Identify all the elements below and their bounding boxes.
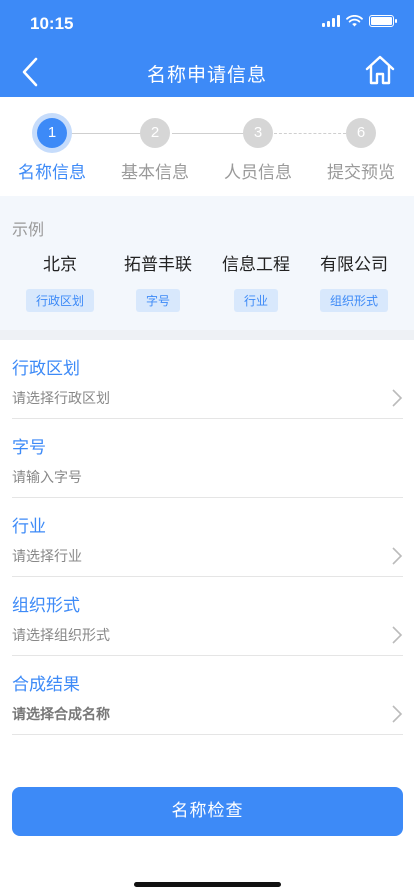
step-label: 名称信息 bbox=[18, 163, 86, 183]
example-item: 拓普丰联 字号 bbox=[108, 250, 208, 312]
example-tag: 组织形式 bbox=[319, 289, 388, 312]
step-name-info[interactable]: 1 名称信息 bbox=[7, 112, 97, 183]
chevron-right-icon[interactable] bbox=[391, 625, 403, 645]
field-label: 行政区划 bbox=[12, 359, 80, 379]
wifi-icon bbox=[346, 15, 363, 27]
composite-name-select[interactable]: 请选择合成名称 bbox=[12, 704, 110, 724]
field-admin-division[interactable]: 行政区划 请选择行政区划 bbox=[12, 340, 403, 419]
example-word: 有限公司 bbox=[320, 255, 388, 275]
trade-name-input[interactable]: 请输入字号 bbox=[12, 467, 82, 487]
status-icons bbox=[322, 15, 397, 27]
cellular-signal-icon bbox=[322, 15, 340, 27]
field-org-form[interactable]: 组织形式 请选择组织形式 bbox=[12, 577, 403, 656]
app-header: 10:15 名称申请信息 bbox=[0, 0, 414, 97]
name-check-button[interactable]: 名称检查 bbox=[12, 787, 403, 836]
page-title: 名称申请信息 bbox=[146, 64, 267, 86]
field-trade-name[interactable]: 字号 请输入字号 bbox=[12, 419, 403, 498]
example-tag: 行业 bbox=[233, 289, 278, 312]
example-panel: 示例 北京 行政区划 拓普丰联 字号 信息工程 行业 有限公司 组织形式 bbox=[0, 196, 414, 330]
field-industry[interactable]: 行业 请选择行业 bbox=[12, 498, 403, 577]
field-label: 行业 bbox=[12, 517, 46, 537]
field-label: 组织形式 bbox=[12, 596, 80, 616]
step-number: 1 bbox=[37, 118, 67, 148]
battery-icon bbox=[369, 15, 397, 27]
step-submit-preview[interactable]: 6 提交预览 bbox=[316, 112, 406, 183]
step-label: 基本信息 bbox=[121, 163, 189, 183]
example-item: 信息工程 行业 bbox=[206, 250, 306, 312]
step-number: 3 bbox=[243, 118, 273, 148]
admin-division-select[interactable]: 请选择行政区划 bbox=[12, 388, 110, 408]
example-word: 北京 bbox=[43, 255, 77, 275]
example-tag: 字号 bbox=[135, 289, 180, 312]
example-title: 示例 bbox=[12, 220, 45, 239]
step-label: 提交预览 bbox=[327, 163, 395, 183]
step-number: 2 bbox=[140, 118, 170, 148]
step-personnel-info[interactable]: 3 人员信息 bbox=[213, 112, 303, 183]
home-indicator bbox=[134, 882, 281, 887]
step-basic-info[interactable]: 2 基本信息 bbox=[110, 112, 200, 183]
chevron-right-icon[interactable] bbox=[391, 388, 403, 408]
example-word: 拓普丰联 bbox=[124, 255, 192, 275]
field-label: 合成结果 bbox=[12, 675, 80, 695]
example-item: 有限公司 组织形式 bbox=[304, 250, 404, 312]
name-form: 行政区划 请选择行政区划 字号 请输入字号 行业 请选择行业 组织形式 请选择组… bbox=[12, 340, 403, 735]
step-label: 人员信息 bbox=[224, 163, 292, 183]
field-composite-result[interactable]: 合成结果 请选择合成名称 bbox=[12, 656, 403, 735]
field-label: 字号 bbox=[12, 438, 46, 458]
section-divider bbox=[0, 330, 414, 340]
chevron-right-icon[interactable] bbox=[391, 546, 403, 566]
example-word: 信息工程 bbox=[222, 255, 290, 275]
chevron-right-icon[interactable] bbox=[391, 704, 403, 724]
example-item: 北京 行政区划 bbox=[10, 250, 110, 312]
step-number: 6 bbox=[346, 118, 376, 148]
status-time: 10:15 bbox=[30, 14, 74, 33]
home-icon[interactable] bbox=[364, 54, 396, 86]
org-form-select[interactable]: 请选择组织形式 bbox=[12, 625, 110, 645]
industry-select[interactable]: 请选择行业 bbox=[12, 546, 82, 566]
progress-steps: 1 名称信息 2 基本信息 3 人员信息 6 提交预览 bbox=[0, 112, 414, 192]
example-tag: 行政区划 bbox=[25, 289, 94, 312]
